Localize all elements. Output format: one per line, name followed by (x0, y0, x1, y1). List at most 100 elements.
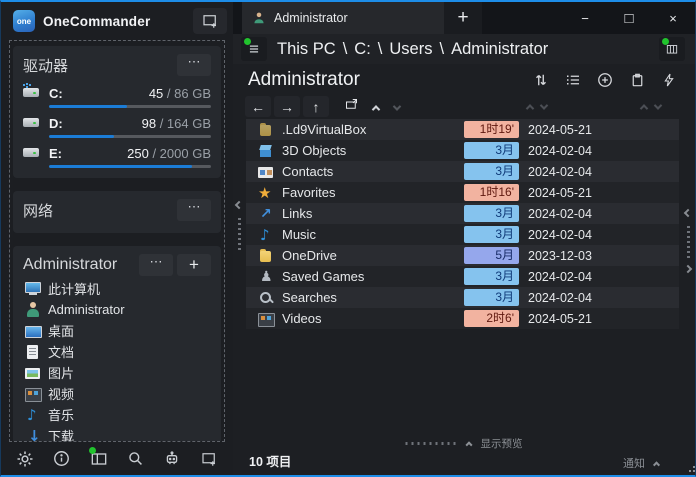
tree-item[interactable]: 图片 (23, 362, 211, 383)
sort-button[interactable] (527, 68, 555, 92)
chevron-right-icon (684, 265, 692, 273)
date-column-sort[interactable] (641, 104, 661, 110)
tree-item-label: 音乐 (48, 405, 74, 424)
network-section-title: 网络 (23, 200, 173, 221)
file-name: Saved Games (282, 269, 464, 284)
drag-handle-icon (406, 442, 458, 445)
gear-icon (15, 449, 35, 469)
tree-item[interactable]: 音乐 (23, 404, 211, 425)
up-button[interactable]: ↑ (303, 96, 329, 117)
tree-item[interactable]: 视频 (23, 383, 211, 404)
videos-icon (25, 386, 41, 402)
age-column-sort[interactable] (527, 104, 547, 110)
new-window-button[interactable] (193, 8, 227, 34)
resize-grip-icon[interactable] (689, 470, 691, 472)
user-menu-button[interactable]: ⋯ (139, 254, 173, 276)
links-icon (258, 206, 274, 222)
close-button[interactable]: × (651, 2, 695, 34)
search-button[interactable] (119, 445, 151, 472)
tree-item[interactable]: 桌面 (23, 320, 211, 341)
tree-item-label: Administrator (48, 302, 125, 317)
app-titlebar[interactable]: one OneCommander (1, 2, 233, 40)
automation-button[interactable] (156, 445, 188, 472)
pictures-icon (25, 365, 41, 381)
sidebar: one OneCommander 驱动器 ⋯ C: 45 / 86 GB D: … (1, 2, 233, 475)
paste-button[interactable] (623, 68, 651, 92)
folder-icon (258, 248, 274, 264)
file-name: Links (282, 206, 464, 221)
info-button[interactable] (46, 445, 78, 472)
file-date: 2024-02-04 (528, 291, 592, 305)
file-row[interactable]: Contacts 3月 2024-02-04 (246, 161, 679, 182)
tab-bar: Administrator + − □ × (233, 2, 695, 34)
music-icon (258, 227, 274, 243)
new-tab-button[interactable]: + (444, 2, 482, 34)
notifications-toggle[interactable]: 通知 (623, 455, 659, 471)
file-row[interactable]: Videos 2时6' 2024-05-21 (246, 308, 679, 329)
chevron-left-icon (235, 201, 243, 209)
new-item-button[interactable] (591, 68, 619, 92)
drives-menu-button[interactable]: ⋯ (177, 54, 211, 76)
tree-item[interactable]: 下载 (23, 425, 211, 442)
folder-history-button[interactable] (338, 96, 364, 117)
back-button[interactable]: ← (245, 96, 271, 117)
breadcrumb-segment[interactable]: C: (354, 40, 371, 59)
settings-button[interactable] (9, 445, 41, 472)
breadcrumb-separator: \ (439, 40, 444, 59)
window-plus-icon (199, 450, 219, 468)
splitter-grip (238, 216, 241, 250)
pane-actions (527, 68, 683, 92)
new-window-bottom-button[interactable] (193, 445, 225, 472)
forward-button[interactable]: → (274, 96, 300, 117)
file-name: Videos (282, 311, 464, 326)
drive-item[interactable]: E: 250 / 2000 GB (23, 145, 211, 168)
columns-view-button[interactable] (659, 37, 685, 61)
preview-toggle[interactable]: 显示预览 (406, 436, 523, 451)
sidebar-panels: 驱动器 ⋯ C: 45 / 86 GB D: 98 / 164 GB E: 25… (9, 40, 225, 442)
folder-hidden-icon (258, 122, 274, 138)
file-row[interactable]: OneDrive 5月 2023-12-03 (246, 245, 679, 266)
breadcrumb-segment[interactable]: Users (389, 40, 432, 59)
breadcrumb: This PC\C:\Users\Administrator (277, 40, 649, 59)
user-section: Administrator ⋯ + 此计算机 Administrator 桌面 … (13, 246, 221, 442)
saved-games-icon (258, 269, 274, 285)
user-add-button[interactable]: + (177, 254, 211, 276)
pane-menu-button[interactable] (241, 37, 267, 61)
minimize-button[interactable]: − (563, 2, 607, 34)
file-row[interactable]: Links 3月 2024-02-04 (246, 203, 679, 224)
file-row[interactable]: 3D Objects 3月 2024-02-04 (246, 140, 679, 161)
scroll-down-button[interactable] (388, 98, 406, 116)
actions-button[interactable] (655, 68, 683, 92)
network-menu-button[interactable]: ⋯ (177, 199, 211, 221)
favorites-tree: 此计算机 Administrator 桌面 文档 图片 视频 音乐 下载 (23, 278, 211, 442)
tree-item-label: 图片 (48, 363, 74, 382)
drive-item[interactable]: D: 98 / 164 GB (23, 115, 211, 138)
view-mode-button[interactable] (559, 68, 587, 92)
user-section-title: Administrator (23, 256, 135, 274)
drive-space: 250 / 2000 GB (62, 146, 211, 161)
file-age-badge: 3月 (464, 205, 519, 222)
pane-splitter-left[interactable] (233, 202, 245, 250)
file-row[interactable]: Favorites 1时16' 2024-05-21 (246, 182, 679, 203)
pane-splitter-right[interactable] (682, 210, 694, 272)
file-row[interactable]: Saved Games 3月 2024-02-04 (246, 266, 679, 287)
tab-administrator[interactable]: Administrator (242, 2, 444, 34)
window-plus-icon (200, 12, 220, 30)
breadcrumb-segment[interactable]: Administrator (451, 40, 548, 59)
tree-item[interactable]: 此计算机 (23, 278, 211, 299)
file-rows: .Ld9VirtualBox 1时19' 2024-05-21 3D Objec… (246, 119, 679, 329)
tree-item[interactable]: 文档 (23, 341, 211, 362)
item-count: 10 项目 (249, 451, 291, 470)
drive-item[interactable]: C: 45 / 86 GB (23, 85, 211, 108)
breadcrumb-segment[interactable]: This PC (277, 40, 336, 59)
tree-item[interactable]: Administrator (23, 299, 211, 320)
file-row[interactable]: Searches 3月 2024-02-04 (246, 287, 679, 308)
file-name: Music (282, 227, 464, 242)
titlebar-drag-area[interactable] (482, 2, 563, 34)
scroll-up-button[interactable] (367, 98, 385, 116)
clipboard-icon (629, 71, 646, 89)
file-row[interactable]: Music 3月 2024-02-04 (246, 224, 679, 245)
layout-button[interactable] (83, 445, 115, 472)
maximize-button[interactable]: □ (607, 2, 651, 34)
file-row[interactable]: .Ld9VirtualBox 1时19' 2024-05-21 (246, 119, 679, 140)
